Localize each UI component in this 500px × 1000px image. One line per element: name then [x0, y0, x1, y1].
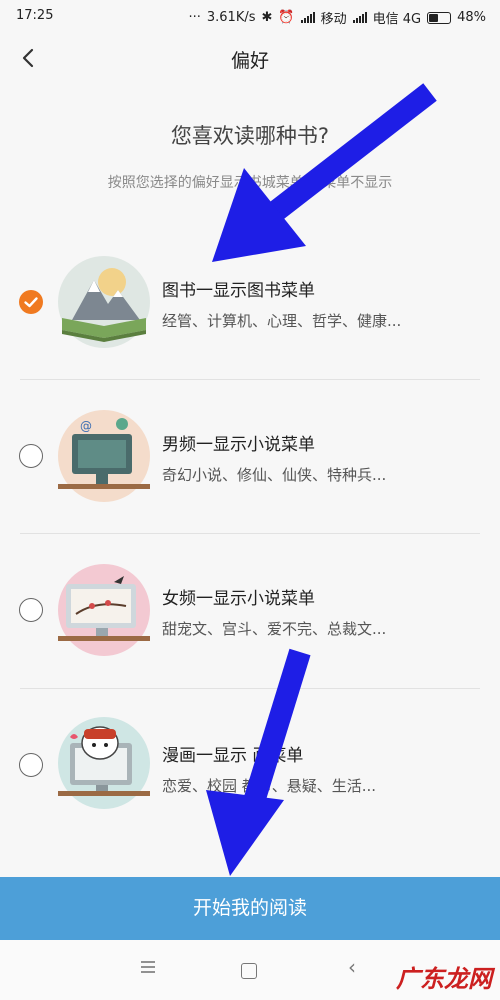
monitor-birds-icon: [58, 564, 150, 656]
monitor-cartoon-icon: [58, 717, 150, 809]
option-female-novels[interactable]: 女频一显示小说菜单 甜宠文、宫斗、爱不完、总裁文...: [0, 534, 500, 688]
option-label: 男频一显示小说菜单: [162, 435, 315, 455]
option-desc: 甜宠文、宫斗、爱不完、总裁文...: [162, 620, 387, 638]
battery-icon: [427, 11, 452, 24]
radio-unchecked-icon[interactable]: [19, 753, 43, 777]
network-speed: 3.61K/s: [206, 10, 256, 25]
option-label: 漫画一显示 画菜单: [162, 746, 304, 766]
carrier-2: 电信 4G: [372, 12, 422, 27]
option-comics[interactable]: 漫画一显示 画菜单 恋爱、校园 都市、悬疑、生活...: [0, 689, 500, 843]
book-landscape-icon: [58, 256, 150, 348]
option-label: 女频一显示小说菜单: [162, 589, 315, 609]
svg-text:@: @: [80, 419, 92, 433]
carrier-1: 移动: [320, 12, 347, 27]
option-desc: 奇幻小说、修仙、仙侠、特种兵...: [162, 466, 387, 484]
status-indicators: ··· 3.61K/s ✱ ⏰ 移动 电信 4G 48%: [188, 8, 486, 27]
start-reading-button[interactable]: 开始我的阅读: [0, 877, 500, 940]
signal-icon-1: [300, 12, 315, 23]
computer-chat-icon: @: [58, 410, 150, 502]
preference-question: 您喜欢读哪种书?: [170, 124, 330, 148]
menu-icon[interactable]: [140, 960, 156, 974]
signal-icon-2: [352, 12, 367, 23]
option-label: 图书一显示图书菜单: [162, 281, 315, 301]
home-icon[interactable]: [241, 963, 257, 979]
bluetooth-icon: ✱: [261, 10, 273, 25]
app-header: 偏好: [0, 32, 500, 84]
radio-unchecked-icon[interactable]: [19, 444, 43, 468]
radio-unchecked-icon[interactable]: [19, 598, 43, 622]
option-books[interactable]: 图书一显示图书菜单 经管、计算机、心理、哲学、健康...: [0, 226, 500, 380]
alarm-icon: ⏰: [278, 10, 295, 25]
nav-back-icon[interactable]: ‹: [348, 955, 356, 979]
option-male-novels[interactable]: @ 男频一显示小说菜单 奇幻小说、修仙、仙侠、特种兵...: [0, 380, 500, 534]
status-dots: ···: [188, 10, 201, 25]
radio-checked-icon[interactable]: [19, 290, 43, 314]
status-time: 17:25: [16, 8, 54, 23]
preference-subtitle: 按照您选择的偏好显示书城菜单 选菜单不显示: [107, 175, 393, 191]
option-desc: 恋爱、校园 都市、悬疑、生活...: [162, 777, 377, 795]
status-bar: 17:25 ··· 3.61K/s ✱ ⏰ 移动 电信 4G 48%: [0, 0, 500, 32]
battery-level: 48%: [457, 10, 486, 25]
watermark-text: 广东龙网: [396, 965, 492, 993]
option-desc: 经管、计算机、心理、哲学、健康...: [162, 312, 402, 330]
page-title: 偏好: [230, 50, 269, 72]
